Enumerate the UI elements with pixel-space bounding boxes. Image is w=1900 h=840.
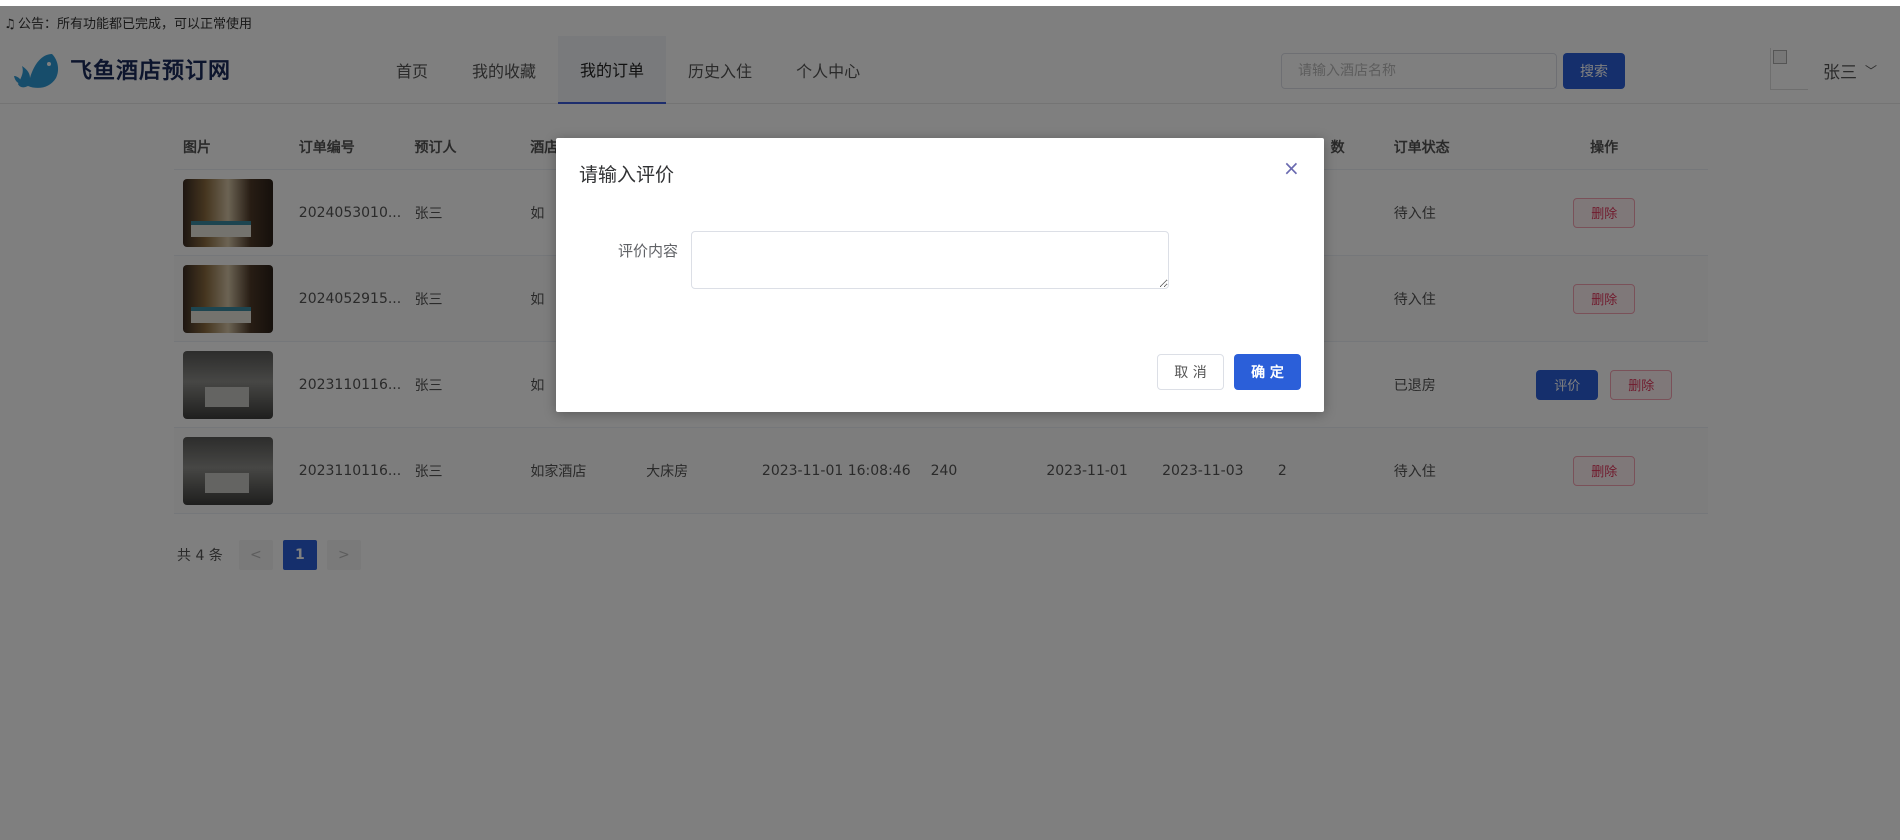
cancel-button[interactable]: 取 消 [1157, 354, 1224, 390]
close-icon[interactable]: × [1283, 158, 1300, 178]
modal-overlay[interactable] [0, 6, 1900, 840]
review-content-label: 评价内容 [617, 242, 678, 260]
confirm-button[interactable]: 确 定 [1234, 354, 1301, 390]
review-textarea[interactable] [691, 231, 1169, 289]
review-dialog: 请输入评价 × 评价内容 取 消 确 定 [556, 138, 1324, 412]
dialog-title: 请输入评价 [579, 164, 675, 186]
page: ♫公告：所有功能都已完成，可以正常使用 飞鱼酒店预订网 首页 我的收藏 我的订单… [0, 0, 1900, 840]
